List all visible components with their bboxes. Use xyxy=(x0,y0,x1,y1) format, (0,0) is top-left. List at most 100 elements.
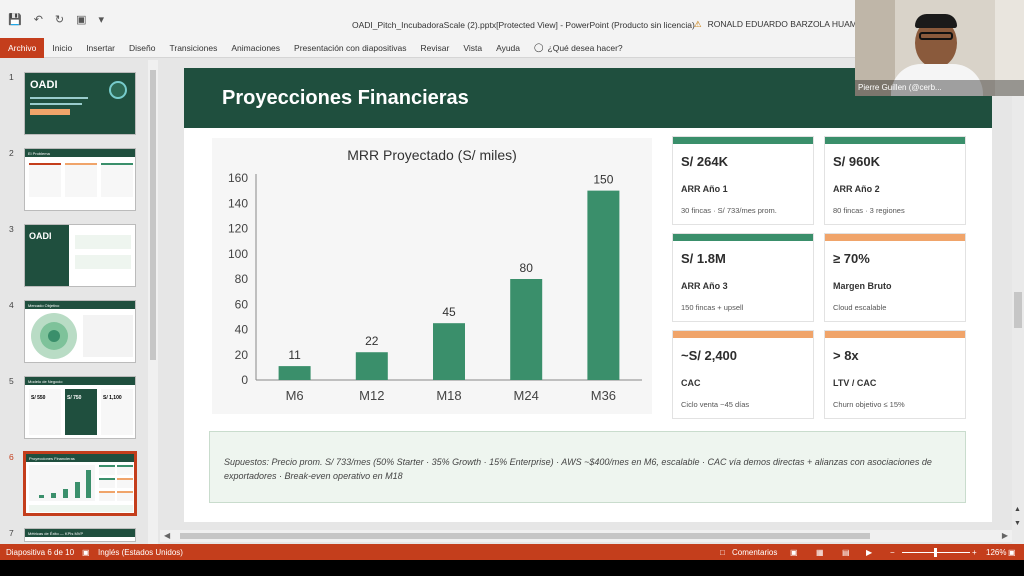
thumb-number: 5 xyxy=(9,376,14,386)
chart-bar xyxy=(510,279,543,380)
editor-horizontal-scrollbar[interactable]: ◀ ▶ xyxy=(160,530,1012,542)
thumb-card xyxy=(99,491,115,501)
thumb-bar xyxy=(39,495,44,498)
tab-transiciones[interactable]: Transiciones xyxy=(169,43,217,53)
card-value: S/ 264K xyxy=(681,154,728,169)
thumb-line xyxy=(30,103,82,105)
comments-button[interactable]: Comentarios xyxy=(732,548,777,557)
thumb-price: S/ 1,100 xyxy=(101,389,133,435)
bar-data-label: 150 xyxy=(593,173,613,187)
reading-view-icon[interactable]: ▤ xyxy=(842,548,850,557)
video-call-overlay[interactable]: Pierre Guillen (@cerb... xyxy=(855,0,1024,96)
zoom-slider-handle[interactable] xyxy=(934,548,937,557)
y-tick-label: 140 xyxy=(228,196,248,210)
document-title: OADI_Pitch_IncubadoraScale (2).pptx[Prot… xyxy=(352,20,695,30)
chart-bar xyxy=(433,323,465,380)
thumb-card xyxy=(99,465,115,475)
slide-thumbnail-5[interactable]: Modelo de Negocio S/ 550 S/ 750 S/ 1,100 xyxy=(24,376,136,439)
y-tick-label: 20 xyxy=(235,348,249,362)
status-bar: Diapositiva 6 de 10 ▣ Inglés (Estados Un… xyxy=(0,544,1024,560)
thumb-number: 7 xyxy=(9,528,14,538)
x-tick-label: M12 xyxy=(359,388,384,403)
zoom-out-icon[interactable]: − xyxy=(890,548,895,557)
kpi-card-ltv: > 8x LTV / CAC Churn objetivo ≤ 15% xyxy=(824,330,966,419)
language-indicator[interactable]: Inglés (Estados Unidos) xyxy=(98,548,183,557)
redo-icon[interactable]: ↻ xyxy=(55,13,64,26)
tab-diseno[interactable]: Diseño xyxy=(129,43,155,53)
slide-thumbnail-7[interactable]: Métricas de Éxito — KPIs MVP xyxy=(24,528,136,542)
slide-thumbnail-6[interactable]: Proyecciones Financieras xyxy=(23,451,137,516)
leaf-logo-icon xyxy=(109,81,127,99)
thumb-title: Métricas de Éxito — KPIs MVP xyxy=(25,529,135,537)
tab-revisar[interactable]: Revisar xyxy=(421,43,450,53)
comments-icon[interactable]: □ xyxy=(720,548,725,557)
scroll-right-icon[interactable]: ▶ xyxy=(1002,531,1008,540)
scroll-left-icon[interactable]: ◀ xyxy=(164,531,170,540)
card-sub: Churn objetivo ≤ 15% xyxy=(833,400,905,409)
thumb-card xyxy=(117,478,133,488)
thumb-card xyxy=(65,163,97,197)
chart-bar xyxy=(587,190,620,380)
tab-animaciones[interactable]: Animaciones xyxy=(231,43,280,53)
scroll-thumb[interactable] xyxy=(150,70,156,360)
mrr-chart[interactable]: MRR Proyectado (S/ miles) 0 20 40 60 80 100 12… xyxy=(212,138,652,414)
participant-hair xyxy=(915,14,957,28)
slide-thumbnails-pane: 1 OADI 2 El Problema 3 OADI 4 Mercado Ob… xyxy=(0,58,160,544)
slide-thumbnail-2[interactable]: El Problema xyxy=(24,148,136,211)
spellcheck-icon[interactable]: ▣ xyxy=(82,548,90,557)
kpi-card-arr1: S/ 264K ARR Año 1 30 fincas · S/ 733/mes… xyxy=(672,136,814,225)
tab-insertar[interactable]: Insertar xyxy=(86,43,115,53)
thumb-chart xyxy=(29,465,95,501)
kpi-card-arr2: S/ 960K ARR Año 2 80 fincas · 3 regiones xyxy=(824,136,966,225)
tab-archivo[interactable]: Archivo xyxy=(0,37,45,58)
customize-icon[interactable]: ▾ xyxy=(99,13,105,26)
account-area[interactable]: ⚠ RONALD EDUARDO BARZOLA HUAMAN xyxy=(694,19,869,30)
x-tick-label: M36 xyxy=(591,388,616,403)
zoom-in-icon[interactable]: + xyxy=(972,548,977,557)
x-tick-label: M6 xyxy=(286,388,304,403)
x-tick-label: M18 xyxy=(436,388,461,403)
thumb-bar xyxy=(86,470,91,498)
tell-me-search[interactable]: ¿Qué desea hacer? xyxy=(548,43,623,53)
normal-view-icon[interactable]: ▣ xyxy=(790,548,798,557)
card-sub: Ciclo venta ~45 días xyxy=(681,400,750,409)
slide-indicator: Diapositiva 6 de 10 xyxy=(6,548,75,557)
warning-icon: ⚠ xyxy=(694,19,702,29)
next-slide-icon[interactable]: ▼ xyxy=(1014,520,1021,527)
bar-data-label: 45 xyxy=(442,305,456,319)
card-value: S/ 1.8M xyxy=(681,251,726,266)
tab-vista[interactable]: Vista xyxy=(463,43,482,53)
card-value: > 8x xyxy=(833,348,859,363)
prev-slide-icon[interactable]: ▲ xyxy=(1014,506,1021,513)
editor-vertical-scrollbar[interactable]: ▲ ▼ xyxy=(1012,58,1024,544)
present-icon[interactable]: ▣ xyxy=(76,13,86,26)
y-tick-label: 40 xyxy=(235,323,249,337)
slide-sorter-icon[interactable]: ▦ xyxy=(816,548,824,557)
slide-canvas[interactable]: Proyecciones Financieras MRR Proyectado … xyxy=(184,68,992,522)
tab-presentacion[interactable]: Presentación con diapositivas xyxy=(294,43,406,53)
thumbnails-scrollbar[interactable] xyxy=(148,60,158,544)
thumb-block xyxy=(83,315,133,357)
slide-thumbnail-3[interactable]: OADI xyxy=(24,224,136,287)
chart-bar xyxy=(278,366,311,380)
scroll-thumb[interactable] xyxy=(1014,292,1022,328)
thumb-title: OADI xyxy=(30,79,58,91)
slide-thumbnail-1[interactable]: OADI xyxy=(24,72,136,135)
save-icon[interactable]: 💾 xyxy=(8,13,22,26)
slide-title: Proyecciones Financieras xyxy=(222,87,469,109)
thumb-bar xyxy=(75,482,80,498)
thumb-button xyxy=(30,109,70,115)
slide-thumbnail-4[interactable]: Mercado Objetivo xyxy=(24,300,136,363)
slideshow-icon[interactable]: ▶ xyxy=(866,548,872,557)
thumb-title: OADI xyxy=(29,231,52,241)
zoom-level[interactable]: 126% xyxy=(986,548,1006,557)
tab-ayuda[interactable]: Ayuda xyxy=(496,43,520,53)
card-value: S/ 960K xyxy=(833,154,880,169)
tab-inicio[interactable]: Inicio xyxy=(52,43,72,53)
thumb-title: Proyecciones Financieras xyxy=(26,454,134,462)
bar-data-label: 22 xyxy=(365,334,379,348)
fit-slide-icon[interactable]: ▣ xyxy=(1008,548,1016,557)
thumb-number: 2 xyxy=(9,148,14,158)
scroll-thumb[interactable] xyxy=(180,533,870,539)
undo-icon[interactable]: ↶ xyxy=(34,13,43,26)
